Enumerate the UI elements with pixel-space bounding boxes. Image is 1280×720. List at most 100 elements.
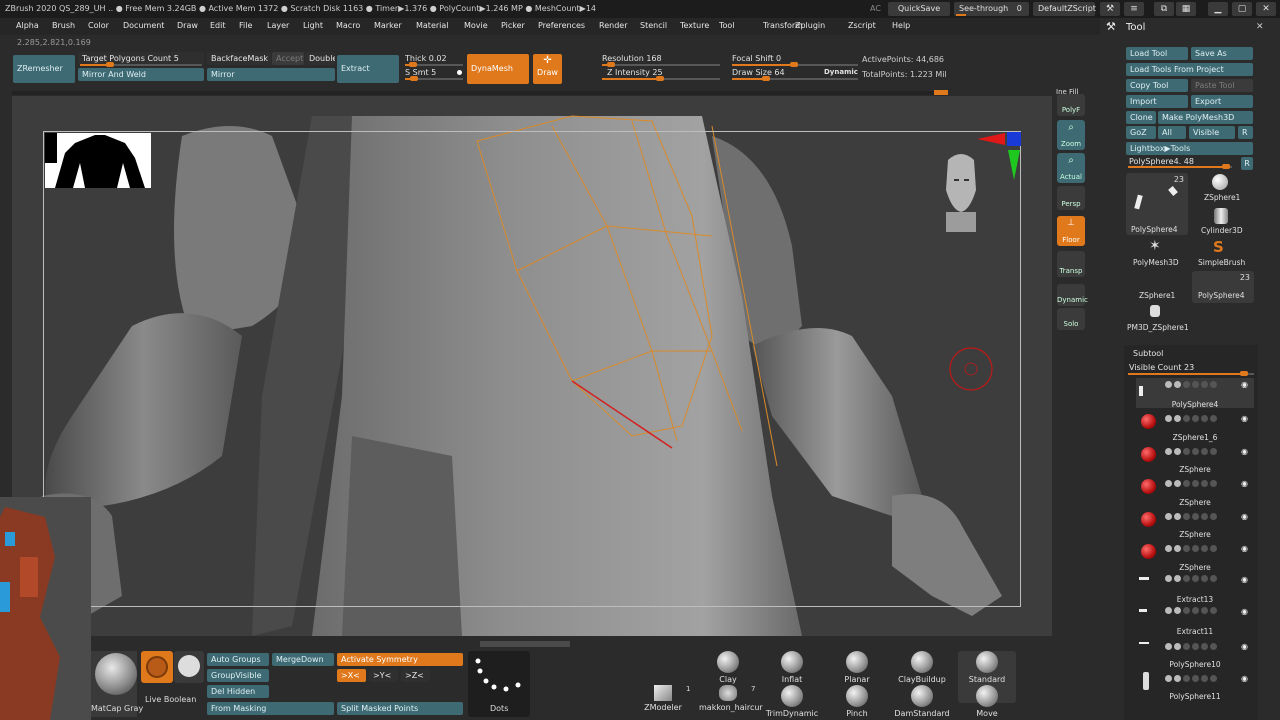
menu-light[interactable]: Light: [303, 21, 323, 30]
mirror-button[interactable]: Mirror: [207, 68, 335, 81]
menu-icon[interactable]: ≡: [1124, 2, 1144, 16]
quicksave-button[interactable]: QuickSave: [888, 2, 950, 16]
viewport-splitter[interactable]: [480, 641, 570, 647]
polymesh3d-name[interactable]: PolyMesh3D: [1133, 258, 1179, 267]
layout-icon[interactable]: ⧉: [1154, 2, 1174, 16]
save-as-button[interactable]: Save As: [1191, 47, 1253, 60]
navigation-head-icon[interactable]: [940, 150, 982, 234]
hammer-icon[interactable]: ⚒: [1100, 2, 1120, 16]
subtool-toggles[interactable]: [1165, 480, 1219, 488]
palette-icon[interactable]: ▦: [1176, 2, 1196, 16]
simplebrush-icon[interactable]: S: [1213, 238, 1224, 256]
menu-stencil[interactable]: Stencil: [640, 21, 667, 30]
menu-movie[interactable]: Movie: [464, 21, 488, 30]
subtool-row[interactable]: ◉ ZSphere: [1135, 510, 1255, 542]
draw-button[interactable]: ✛ Draw: [533, 54, 562, 84]
del-hidden-button[interactable]: Del Hidden: [207, 685, 269, 698]
tool-panel-title[interactable]: Tool: [1126, 22, 1145, 33]
subtool-toggles[interactable]: [1165, 607, 1219, 615]
pinch-brush-button[interactable]: Pinch: [828, 685, 886, 720]
menu-texture[interactable]: Tool: [719, 21, 735, 30]
group-visible-button[interactable]: GroupVisible: [207, 669, 269, 682]
subtool-row[interactable]: ◉ PolySphere4: [1135, 380, 1255, 412]
menu-stroke[interactable]: Texture: [680, 21, 709, 30]
subtool-row[interactable]: ◉ ZSphere: [1135, 542, 1255, 574]
subtool-toggles[interactable]: [1165, 513, 1219, 521]
zmodeler-brush-button[interactable]: ZModeler 1: [634, 685, 692, 720]
activate-symmetry-button[interactable]: Activate Symmetry: [337, 653, 463, 666]
goz-r-button[interactable]: R: [1238, 126, 1253, 139]
subtool-row[interactable]: ◉ ZSphere1_6: [1135, 412, 1255, 444]
subtool-toggles[interactable]: [1165, 675, 1219, 683]
menu-transform[interactable]: Zplugin: [795, 21, 825, 30]
cylinder-icon[interactable]: [1214, 208, 1228, 224]
solo-button[interactable]: Solo: [1057, 308, 1085, 330]
matcap-swatch[interactable]: MatCap Gray: [91, 651, 143, 717]
menu-material[interactable]: Material: [416, 21, 449, 30]
goz-visible-button[interactable]: Visible: [1189, 126, 1235, 139]
z-intensity-label[interactable]: Z Intensity 25: [607, 68, 663, 77]
eye-icon[interactable]: ◉: [1241, 607, 1248, 616]
make-polymesh3d-button[interactable]: Make PolyMesh3D: [1158, 111, 1253, 124]
import-button[interactable]: Import: [1126, 95, 1188, 108]
menu-edit[interactable]: Edit: [210, 21, 226, 30]
menu-alpha[interactable]: Alpha: [16, 21, 39, 30]
eye-icon[interactable]: ◉: [1241, 479, 1248, 488]
auto-groups-button[interactable]: Auto Groups: [207, 653, 269, 666]
from-masking-button[interactable]: From Masking: [207, 702, 334, 715]
simplebrush-name[interactable]: SimpleBrush: [1198, 258, 1245, 267]
accept-button[interactable]: Accept: [272, 52, 304, 65]
zsphere-icon[interactable]: [1212, 174, 1228, 190]
eye-icon[interactable]: ◉: [1241, 512, 1248, 521]
see-through-slider[interactable]: See-through 0: [954, 2, 1029, 16]
subtool-toggles[interactable]: [1165, 415, 1219, 423]
clone-button[interactable]: Clone: [1126, 111, 1156, 124]
menu-brush[interactable]: Brush: [52, 21, 75, 30]
zoom-button[interactable]: ⌕ Zoom: [1057, 120, 1085, 150]
subtool-row[interactable]: ◉ PolySphere11: [1135, 672, 1255, 704]
draw-size-slider[interactable]: [732, 76, 858, 81]
copy-tool-button[interactable]: Copy Tool: [1126, 79, 1188, 92]
current-tool-slider[interactable]: [1128, 164, 1232, 169]
focal-shift-label[interactable]: Focal Shift 0: [732, 54, 781, 63]
subtool-row[interactable]: ◉ PolySphere10: [1135, 640, 1255, 672]
menu-draw[interactable]: Draw: [177, 21, 198, 30]
texture-button[interactable]: [174, 651, 204, 683]
goz-button[interactable]: GoZ: [1126, 126, 1156, 139]
subtool-toggles[interactable]: [1165, 381, 1219, 389]
subtool-row[interactable]: ◉ ZSphere: [1135, 477, 1255, 509]
pm3d-zsphere-icon[interactable]: [1150, 305, 1160, 317]
tool-panel-close-icon[interactable]: ✕: [1256, 22, 1264, 32]
damstandard-brush-button[interactable]: DamStandard: [893, 685, 951, 720]
eye-icon[interactable]: ◉: [1241, 575, 1248, 584]
menu-zscript[interactable]: Help: [892, 21, 910, 30]
floor-button[interactable]: ⊥ Floor: [1057, 216, 1085, 246]
minimize-icon[interactable]: ▁: [1208, 2, 1228, 16]
close-icon[interactable]: ✕: [1256, 2, 1276, 16]
z-intensity-slider[interactable]: [602, 76, 720, 81]
subtool-toggles[interactable]: [1165, 448, 1219, 456]
subtool-row[interactable]: ◉ Extract13: [1135, 575, 1255, 607]
shelf-handle[interactable]: [934, 90, 948, 95]
polyframe-button[interactable]: PolyF: [1057, 94, 1085, 116]
makkon-haircur-brush-button[interactable]: makkon_haircur 7: [699, 685, 763, 720]
eye-icon[interactable]: ◉: [1241, 674, 1248, 683]
trimdynamic-brush-button[interactable]: TrimDynamic: [763, 685, 821, 720]
subtool-title[interactable]: Subtool: [1133, 349, 1163, 358]
current-tool-label[interactable]: PolySphere4. 48: [1129, 157, 1194, 166]
menu-color[interactable]: Color: [88, 21, 109, 30]
stroke-dots-button[interactable]: Dots: [468, 651, 530, 717]
extract-button[interactable]: Extract: [337, 55, 399, 83]
dynamic-toggle[interactable]: Dynamic: [824, 68, 858, 76]
eye-icon[interactable]: ◉: [1241, 380, 1248, 389]
symmetry-y-button[interactable]: >Y<: [369, 669, 398, 682]
subtool-row[interactable]: ◉ ZSphere: [1135, 445, 1255, 477]
split-masked-points-button[interactable]: Split Masked Points: [337, 702, 463, 715]
menu-layer[interactable]: Layer: [267, 21, 289, 30]
menu-marker[interactable]: Marker: [374, 21, 402, 30]
menu-preferences[interactable]: Preferences: [538, 21, 585, 30]
subtool-toggles[interactable]: [1165, 545, 1219, 553]
current-tool-r-button[interactable]: R: [1241, 157, 1253, 170]
zsphere1-name[interactable]: ZSphere1: [1204, 193, 1240, 202]
export-button[interactable]: Export: [1191, 95, 1253, 108]
